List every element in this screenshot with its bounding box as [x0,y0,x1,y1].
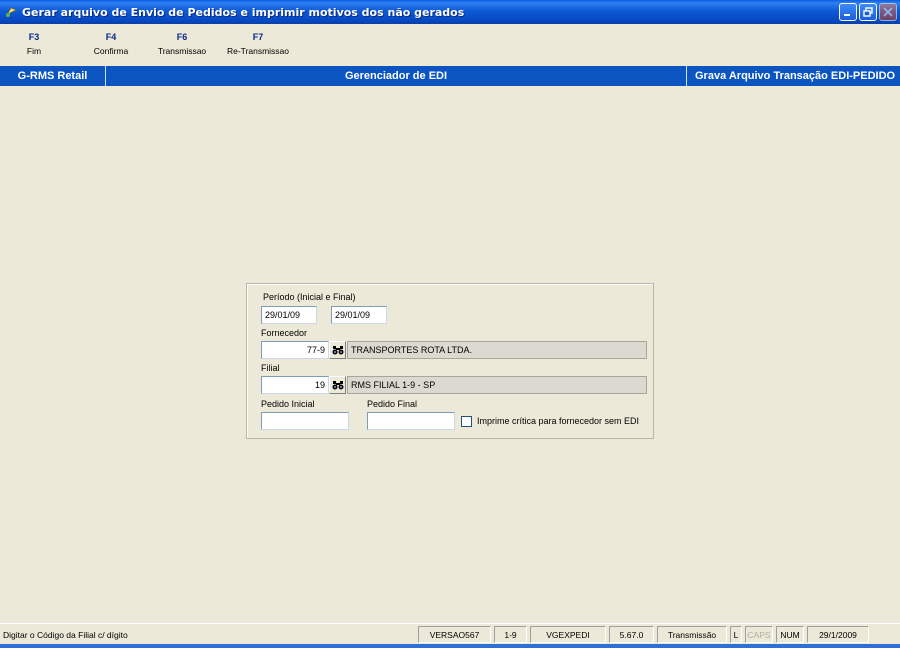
pedido-final-label: Pedido Final [367,399,418,409]
fornecedor-search-button[interactable] [329,341,346,359]
fornecedor-code-input[interactable]: 77-9 [261,341,329,359]
edi-form-panel: Período (Inicial e Final) 29/01/09 29/01… [246,283,654,439]
module-system-name: G-RMS Retail [17,70,88,82]
filial-label: Filial [261,363,280,373]
minimize-icon [844,14,850,16]
fkey-f7-retransmissao[interactable]: F7 Re-Transmissao [210,28,306,64]
fkey-f6-transmissao[interactable]: F6 Transmissao [154,28,210,64]
imprime-critica-label: Imprime crítica para fornecedor sem EDI [477,416,640,426]
binoculars-icon [332,346,343,355]
imprime-critica-checkbox[interactable] [461,416,472,427]
window-bottom-border [0,644,900,648]
filial-name-field: RMS FILIAL 1-9 - SP [347,376,647,394]
close-icon [883,7,893,17]
fornecedor-label: Fornecedor [261,328,308,338]
pedido-inicial-input[interactable] [261,412,349,430]
periodo-label: Período (Inicial e Final) [263,292,356,302]
status-caps: CAPS [745,626,773,643]
status-modo: Transmissão [657,626,727,643]
status-empresa: 1-9 [494,626,527,643]
fkey-f4-confirma[interactable]: F4 Confirma [68,28,154,64]
status-versao: VERSAO567 [418,626,491,643]
status-programa: VGEXPEDI [530,626,606,643]
status-bar: Digitar o Código da Filial c/ dígito VER… [0,623,900,644]
binoculars-icon [332,381,343,390]
fkey-f3-fim[interactable]: F3 Fim [0,28,68,64]
window-title: Gerar arquivo de Envio de Pedidos e impr… [22,5,465,19]
module-function: Grava Arquivo Transação EDI-PEDIDO [695,70,896,82]
module-title: Gerenciador de EDI [344,70,448,82]
data-final-input[interactable]: 29/01/09 [331,306,387,324]
status-release: 5.67.0 [609,626,654,643]
fkey-key: F3 [28,32,40,42]
fkey-key: F4 [105,32,117,42]
pedido-inicial-label: Pedido Inicial [261,399,315,409]
status-date: 29/1/2009 [807,626,869,643]
filial-code-input[interactable]: 19 [261,376,329,394]
status-num: NUM [776,626,804,643]
function-key-toolbar: F3 Fim F4 Confirma F6 Transmissao F7 Re-… [0,28,306,64]
fkey-label: Transmissao [157,46,207,56]
status-l: L [730,626,742,643]
restore-icon [863,7,873,17]
filial-search-button[interactable] [329,376,346,394]
data-inicial-input[interactable]: 29/01/09 [261,306,317,324]
module-header: G-RMS Retail Gerenciador de EDI Grava Ar… [0,66,900,86]
fkey-label: Re-Transmissao [226,46,290,56]
status-message: Digitar o Código da Filial c/ dígito [3,629,128,640]
fkey-key: F6 [176,32,188,42]
fkey-label: Confirma [93,46,129,56]
pedido-final-input[interactable] [367,412,455,430]
fkey-key: F7 [252,32,264,42]
minimize-button[interactable] [839,3,857,21]
gear-icon [4,5,18,19]
restore-button[interactable] [859,3,877,21]
window-titlebar[interactable]: Gerar arquivo de Envio de Pedidos e impr… [0,0,900,24]
fornecedor-name-field: TRANSPORTES ROTA LTDA. [347,341,647,359]
fkey-label: Fim [26,46,42,56]
close-button[interactable] [879,3,897,21]
